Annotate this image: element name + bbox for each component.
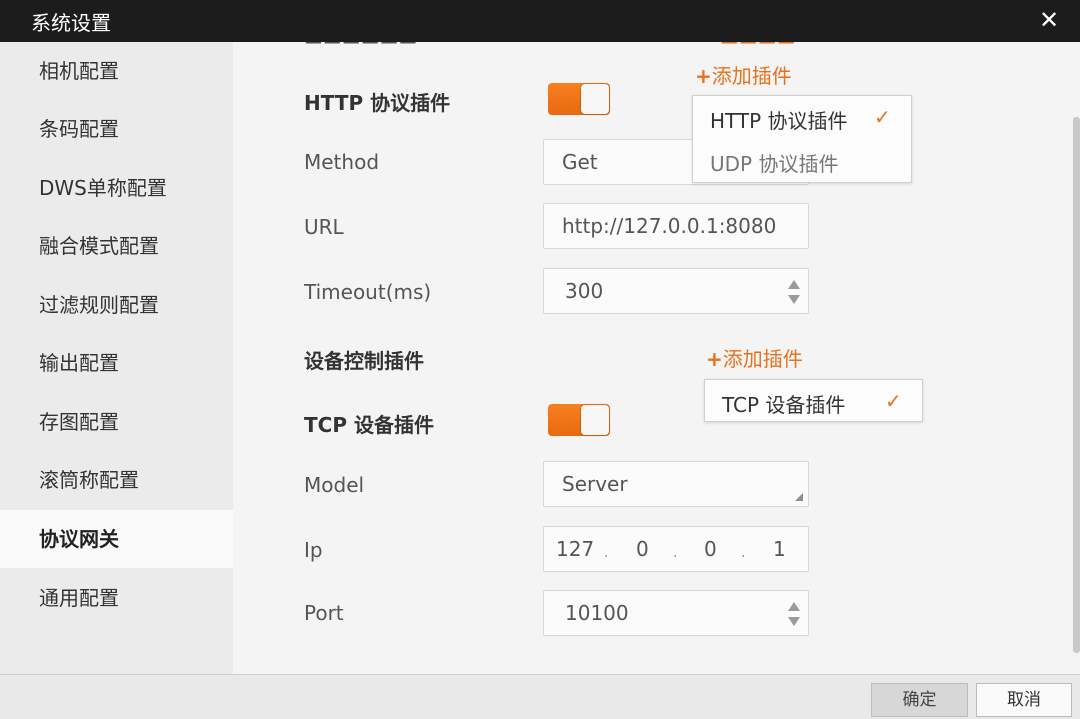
cancel-button[interactable]: 取消: [976, 683, 1072, 717]
http-plugin-title: HTTP 协议插件: [304, 91, 451, 115]
ip-octet-2[interactable]: 0: [636, 527, 649, 571]
method-value: Get: [562, 150, 598, 174]
device-plugin-dropdown: TCP 设备插件 ✓: [704, 379, 923, 422]
dropdown-item-tcp[interactable]: TCP 设备插件: [722, 389, 845, 418]
sidebar-item-dws-scale[interactable]: DWS单称配置: [0, 159, 233, 217]
spinner-arrows-icon[interactable]: [788, 602, 800, 626]
url-value: http://127.0.0.1:8080: [562, 214, 777, 238]
ip-separator: .: [604, 545, 609, 561]
timeout-value: 300: [565, 279, 604, 303]
check-icon: ✓: [874, 105, 891, 129]
add-plugin-label: 添加插件: [711, 64, 792, 88]
dropdown-item-udp[interactable]: UDP 协议插件: [710, 148, 838, 177]
sidebar-item-roller-scale[interactable]: 滚筒称配置: [0, 451, 233, 509]
model-label: Model: [304, 473, 365, 497]
add-http-plugin-link[interactable]: +添加插件: [695, 60, 792, 89]
ok-button[interactable]: 确定: [871, 683, 968, 717]
ip-separator: .: [673, 545, 678, 561]
method-label: Method: [304, 150, 380, 174]
scrolled-add-link: ▬▬▬▬: [720, 42, 796, 50]
tcp-plugin-toggle[interactable]: [548, 404, 610, 436]
port-value: 10100: [565, 601, 629, 625]
sidebar: 相机配置 条码配置 DWS单称配置 融合模式配置 过滤规则配置 输出配置 存图配…: [0, 42, 233, 674]
plus-icon: +: [695, 64, 712, 88]
sidebar-item-output[interactable]: 输出配置: [0, 334, 233, 392]
toggle-knob: [581, 405, 609, 435]
title-bar: 系统设置 ✕: [0, 0, 1080, 42]
scrolled-section-title: ▬▬▬▬▬▬: [304, 42, 417, 50]
port-spinbox[interactable]: 10100: [543, 590, 809, 636]
check-icon: ✓: [885, 389, 902, 413]
tcp-plugin-title: TCP 设备插件: [304, 413, 434, 437]
port-label: Port: [304, 601, 344, 625]
close-icon[interactable]: ✕: [1036, 6, 1062, 34]
sidebar-item-camera[interactable]: 相机配置: [0, 42, 233, 100]
plus-icon: +: [706, 347, 723, 371]
device-section-title: 设备控制插件: [304, 349, 424, 373]
http-plugin-dropdown: HTTP 协议插件 ✓ UDP 协议插件: [692, 95, 912, 183]
sidebar-item-filter-rules[interactable]: 过滤规则配置: [0, 276, 233, 334]
spinner-arrows-icon[interactable]: [788, 280, 800, 304]
ip-address-input[interactable]: 127 . 0 . 0 . 1: [543, 526, 809, 572]
url-label: URL: [304, 215, 344, 239]
timeout-spinbox[interactable]: 300: [543, 268, 809, 314]
dialog-footer: 确定 取消: [0, 674, 1080, 719]
sidebar-item-image-storage[interactable]: 存图配置: [0, 393, 233, 451]
model-value: Server: [562, 472, 628, 496]
ip-octet-3[interactable]: 0: [704, 527, 717, 571]
vertical-scrollbar[interactable]: [1073, 117, 1080, 653]
model-select[interactable]: Server: [543, 461, 809, 507]
ip-separator: .: [741, 545, 746, 561]
toggle-knob: [581, 84, 609, 114]
sidebar-item-general[interactable]: 通用配置: [0, 569, 233, 627]
dropdown-item-http[interactable]: HTTP 协议插件: [710, 105, 848, 134]
add-device-plugin-link[interactable]: +添加插件: [706, 343, 803, 372]
ip-octet-4[interactable]: 1: [773, 527, 786, 571]
url-input[interactable]: http://127.0.0.1:8080: [543, 203, 809, 249]
sidebar-item-fusion-mode[interactable]: 融合模式配置: [0, 217, 233, 275]
sidebar-item-protocol-gateway[interactable]: 协议网关: [0, 510, 233, 568]
timeout-label: Timeout(ms): [304, 280, 432, 304]
window-title: 系统设置: [31, 11, 111, 35]
http-plugin-toggle[interactable]: [548, 83, 610, 115]
content-panel: ▬▬▬▬▬▬ ▬▬▬▬ +添加插件 HTTP 协议插件 Method Get H…: [233, 42, 1080, 674]
ip-label: Ip: [304, 538, 323, 562]
sidebar-item-barcode[interactable]: 条码配置: [0, 100, 233, 158]
add-plugin-label: 添加插件: [722, 347, 803, 371]
ip-octet-1[interactable]: 127: [556, 527, 594, 571]
resize-corner-icon: [795, 493, 803, 501]
